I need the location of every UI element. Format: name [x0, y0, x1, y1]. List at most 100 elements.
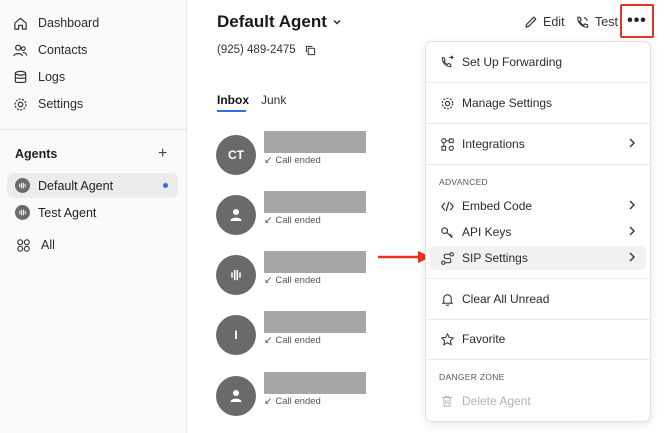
sidebar: Dashboard Contacts Logs Settings Agents … [0, 0, 187, 433]
menu-item-manage-settings[interactable]: Manage Settings [426, 91, 650, 115]
conversation-item[interactable]: ↙ Call ended [216, 372, 416, 418]
call-forward-icon [439, 54, 455, 70]
contacts-icon [12, 42, 28, 58]
call-status: ↙ Call ended [264, 335, 321, 346]
edit-button[interactable]: Edit [524, 12, 565, 32]
more-options-menu: Set Up Forwarding Manage Settings Integr… [425, 41, 651, 422]
incoming-call-icon: ↙ [264, 335, 273, 346]
trash-icon [439, 393, 455, 409]
menu-item-label: Clear All Unread [462, 292, 550, 306]
tab-junk[interactable]: Junk [261, 93, 286, 107]
integrations-icon [439, 136, 455, 152]
menu-divider [426, 123, 650, 124]
menu-item-favorite[interactable]: Favorite [426, 327, 650, 351]
menu-item-label: API Keys [462, 225, 512, 239]
agents-heading: Agents [15, 147, 58, 161]
sidebar-divider [0, 129, 187, 130]
add-agent-button[interactable]: + [158, 145, 167, 163]
route-icon [439, 250, 455, 266]
menu-item-label: Delete Agent [462, 394, 531, 408]
redacted-caller-name [264, 311, 366, 333]
sidebar-item-dashboard[interactable]: Dashboard [12, 12, 99, 34]
chevron-down-icon [332, 17, 342, 27]
menu-item-set-up-forwarding[interactable]: Set Up Forwarding [426, 50, 650, 74]
menu-divider [426, 359, 650, 360]
incoming-call-icon: ↙ [264, 396, 273, 407]
annotation-arrow-icon [378, 251, 431, 263]
call-status: ↙ Call ended [264, 155, 321, 166]
redacted-caller-name [264, 372, 366, 394]
sidebar-item-label: Logs [38, 70, 66, 84]
menu-item-integrations[interactable]: Integrations [426, 132, 650, 156]
page-title: Default Agent [217, 12, 327, 31]
home-icon [12, 15, 28, 31]
sidebar-item-all[interactable]: All [15, 234, 55, 256]
chevron-right-icon [628, 225, 636, 237]
sidebar-item-label: Settings [38, 97, 84, 111]
call-status-text: Call ended [275, 396, 321, 407]
menu-item-clear-all-unread[interactable]: Clear All Unread [426, 287, 650, 311]
menu-divider [426, 82, 650, 83]
tab-inbox[interactable]: Inbox [217, 93, 249, 107]
sidebar-agent-test-agent[interactable]: Test Agent [7, 200, 178, 225]
call-status: ↙ Call ended [264, 396, 321, 407]
waveform-icon [216, 255, 256, 295]
sidebar-item-label: All [41, 238, 55, 252]
star-icon [439, 331, 455, 347]
user-icon [216, 376, 256, 416]
sidebar-item-logs[interactable]: Logs [12, 66, 65, 88]
sidebar-item-settings[interactable]: Settings [12, 93, 83, 115]
conversation-item[interactable]: I ↙ Call ended [216, 311, 416, 357]
call-status-text: Call ended [275, 215, 321, 226]
menu-item-delete-agent[interactable]: Delete Agent [426, 389, 650, 413]
agent-label: Test Agent [38, 205, 97, 220]
sidebar-item-label: Contacts [38, 43, 88, 57]
call-status-text: Call ended [275, 155, 321, 166]
incoming-call-icon: ↙ [264, 275, 273, 286]
menu-item-sip-settings[interactable]: SIP Settings [430, 246, 646, 270]
agent-label: Default Agent [38, 178, 114, 193]
grid-icon [15, 237, 31, 253]
conversation-item[interactable]: ↙ Call ended [216, 191, 416, 237]
agent-selector[interactable]: Default Agent [217, 12, 342, 32]
menu-divider [426, 319, 650, 320]
edit-label: Edit [543, 15, 565, 29]
call-status-text: Call ended [275, 275, 321, 286]
copy-icon[interactable] [305, 45, 316, 56]
code-icon [439, 198, 455, 214]
menu-item-api-keys[interactable]: API Keys [426, 220, 650, 244]
database-icon [12, 69, 28, 85]
menu-item-embed-code[interactable]: Embed Code [426, 194, 650, 218]
waveform-icon [15, 205, 30, 220]
bell-off-icon [439, 291, 455, 307]
menu-item-label: Integrations [462, 137, 525, 151]
menu-item-label: Manage Settings [462, 96, 553, 110]
menu-item-label: Favorite [462, 332, 506, 346]
chevron-right-icon [628, 199, 636, 211]
call-status-text: Call ended [275, 335, 321, 346]
redacted-caller-name [264, 251, 366, 273]
conversation-item[interactable]: CT ↙ Call ended [216, 131, 416, 177]
gear-icon [439, 95, 455, 111]
sidebar-agent-default-agent[interactable]: Default Agent [7, 173, 178, 198]
menu-item-label: Embed Code [462, 199, 533, 213]
test-call-button[interactable]: Test [575, 12, 618, 32]
menu-divider [426, 278, 650, 279]
incoming-call-icon: ↙ [264, 155, 273, 166]
sidebar-item-label: Dashboard [38, 16, 100, 30]
redacted-caller-name [264, 131, 366, 153]
phone-number: (925) 489-2475 [217, 44, 296, 56]
user-icon [216, 195, 256, 235]
redacted-caller-name [264, 191, 366, 213]
more-options-button[interactable]: ••• [620, 4, 654, 38]
menu-item-label: Set Up Forwarding [462, 55, 563, 69]
phone-number-row: (925) 489-2475 [217, 44, 316, 56]
chevron-right-icon [628, 137, 636, 149]
unread-dot [163, 183, 168, 188]
incoming-call-icon: ↙ [264, 215, 273, 226]
call-status: ↙ Call ended [264, 215, 321, 226]
sidebar-item-contacts[interactable]: Contacts [12, 39, 87, 61]
chevron-right-icon [628, 251, 636, 263]
waveform-icon [15, 178, 30, 193]
avatar: CT [216, 135, 256, 175]
